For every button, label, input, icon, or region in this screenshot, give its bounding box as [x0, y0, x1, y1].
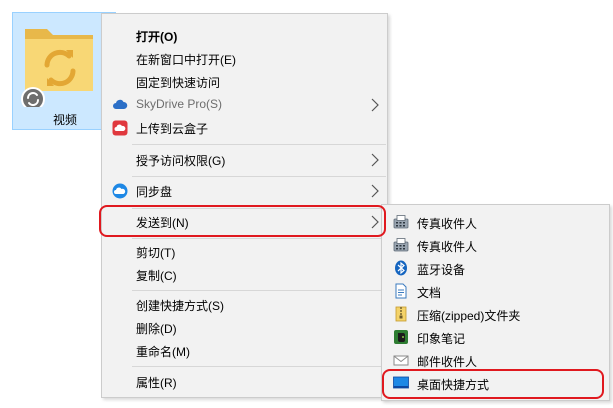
mail-icon [393, 355, 409, 366]
menu-item-label: 授予访问权限(G) [136, 154, 226, 168]
menu-item-open-new-window[interactable]: 在新窗口中打开(E) [102, 47, 387, 70]
submenu-item-label: 传真收件人 [417, 217, 478, 231]
menu-item-upload-cloud-box[interactable]: 上传到云盒子 [102, 116, 387, 139]
menu-item-label: 复制(C) [136, 269, 177, 283]
submenu-item-label: 压缩(zipped)文件夹 [417, 309, 521, 323]
menu-separator [132, 238, 386, 239]
menu-item-grant-access[interactable]: 授予访问权限(G) [102, 148, 387, 171]
menu-separator [132, 144, 386, 145]
menu-item-pin-quick-access[interactable]: 固定到快速访问 [102, 70, 387, 93]
submenu-item-label: 印象笔记 [417, 332, 466, 346]
menu-item-cut[interactable]: 剪切(T) [102, 240, 387, 263]
submenu-item-label: 传真收件人 [417, 240, 478, 254]
document-icon [395, 283, 407, 299]
menu-item-open[interactable]: 打开(O) [102, 24, 387, 47]
menu-separator [132, 366, 386, 367]
desktop-shortcut-highlight-ring [382, 369, 604, 399]
menu-item-create-shortcut[interactable]: 创建快捷方式(S) [102, 293, 387, 316]
submenu-item-evernote[interactable]: 印象笔记 [382, 326, 609, 349]
zip-folder-icon [395, 306, 407, 322]
menu-item-label: 创建快捷方式(S) [136, 299, 224, 313]
menu-separator [132, 290, 386, 291]
menu-item-label: 重命名(M) [136, 345, 190, 359]
menu-item-label: SkyDrive Pro(S) [136, 97, 223, 111]
menu-item-label: 剪切(T) [136, 246, 176, 260]
menu-item-label: 在新窗口中打开(E) [136, 53, 236, 67]
fax-icon [393, 238, 409, 252]
menu-item-label: 同步盘 [136, 185, 173, 199]
submenu-item-label: 文档 [417, 286, 442, 300]
menu-item-label: 打开(O) [136, 30, 178, 44]
menu-item-delete[interactable]: 删除(D) [102, 316, 387, 339]
sync-disk-icon [112, 183, 128, 199]
menu-item-rename[interactable]: 重命名(M) [102, 339, 387, 362]
chevron-right-icon [371, 98, 379, 112]
menu-item-skydrive-pro[interactable]: SkyDrive Pro(S) [102, 93, 387, 116]
bluetooth-icon [395, 260, 407, 276]
sync-folder-icon [21, 29, 93, 107]
submenu-item-label: 邮件收件人 [417, 355, 478, 369]
menu-item-label: 属性(R) [136, 376, 177, 390]
chevron-right-icon [371, 184, 379, 198]
submenu-item-fax-recipient-2[interactable]: 传真收件人 [382, 234, 609, 257]
submenu-item-bluetooth[interactable]: 蓝牙设备 [382, 257, 609, 280]
submenu-item-documents[interactable]: 文档 [382, 280, 609, 303]
send-to-highlight-ring [99, 205, 386, 237]
menu-item-label: 删除(D) [136, 322, 177, 336]
submenu-item-zip-folder[interactable]: 压缩(zipped)文件夹 [382, 303, 609, 326]
menu-item-properties[interactable]: 属性(R) [102, 370, 387, 393]
menu-item-sync-disk[interactable]: 同步盘 [102, 179, 387, 202]
menu-item-label: 上传到云盒子 [136, 122, 209, 136]
submenu-item-fax-recipient[interactable]: 传真收件人 [382, 211, 609, 234]
evernote-icon [394, 330, 408, 344]
menu-item-label: 固定到快速访问 [136, 76, 221, 90]
menu-item-copy[interactable]: 复制(C) [102, 263, 387, 286]
cloud-box-icon [112, 120, 128, 136]
fax-icon [393, 215, 409, 229]
chevron-right-icon [371, 153, 379, 167]
cloud-icon [113, 99, 128, 109]
submenu-item-label: 蓝牙设备 [417, 263, 466, 277]
menu-separator [132, 176, 386, 177]
